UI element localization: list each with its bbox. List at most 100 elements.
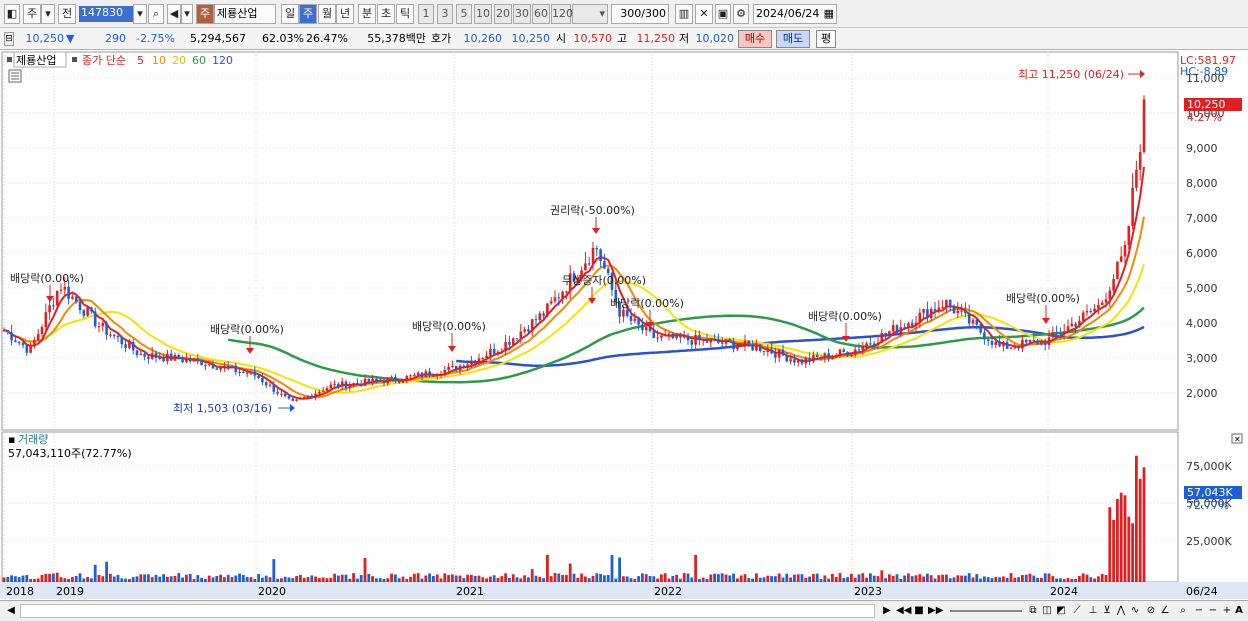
volume-bar xyxy=(310,575,314,582)
layout-icon[interactable]: ◧ xyxy=(4,4,20,24)
volume-bar xyxy=(929,575,933,582)
volume-bar xyxy=(842,578,846,582)
candle-body xyxy=(143,354,146,357)
interval-10-button[interactable]: 10 xyxy=(474,4,492,24)
volume-bar xyxy=(667,578,671,582)
volume-bar xyxy=(485,578,488,582)
current-volume: 57,043K xyxy=(1187,486,1233,499)
candle-body xyxy=(530,319,534,332)
candle-icon[interactable]: ▥ xyxy=(675,4,693,24)
calendar-icon[interactable]: ▦ xyxy=(824,5,834,23)
candle-body xyxy=(154,353,158,358)
draw-curve-icon[interactable]: ∿ xyxy=(1128,604,1142,618)
interval-3-button[interactable]: 3 xyxy=(437,4,453,24)
volume-bar xyxy=(903,575,906,582)
candle-body xyxy=(25,345,29,353)
volume-bar xyxy=(352,573,355,582)
count-input[interactable]: 300/300 xyxy=(611,4,669,24)
volume-bar xyxy=(990,578,994,582)
bid-price-1: 10,260 xyxy=(463,32,503,45)
draw-hline-icon[interactable]: ⊥ xyxy=(1086,604,1100,618)
scroll-track[interactable] xyxy=(20,604,875,618)
prev-button[interactable]: 전 xyxy=(58,4,76,24)
bid-label: 호가 xyxy=(431,32,452,45)
text-tool-icon[interactable]: A xyxy=(1232,604,1246,618)
volume-bar xyxy=(78,573,82,582)
draw-fib-icon[interactable]: ⋀ xyxy=(1114,604,1128,618)
forward-icon[interactable]: ▶▶ xyxy=(928,604,943,618)
chevron-down-icon[interactable]: ▾ xyxy=(133,4,147,24)
interval-120-button[interactable]: 120 xyxy=(551,4,573,24)
speaker-icon[interactable]: ◀ xyxy=(167,4,181,24)
candle-body xyxy=(724,339,728,344)
period-1-button[interactable]: 일 xyxy=(281,4,299,24)
stock-name-field[interactable]: 제룡산업 xyxy=(214,4,276,24)
collapse-icon[interactable]: ⊟ xyxy=(4,32,14,46)
zoom-slider[interactable] xyxy=(950,610,1022,612)
volume-bar xyxy=(641,573,644,582)
candle-body xyxy=(549,301,553,304)
interval-1-button[interactable]: 1 xyxy=(418,4,434,24)
period-7-button[interactable]: 틱 xyxy=(396,4,414,24)
volume-bar xyxy=(610,554,614,582)
interval-20-button[interactable]: 20 xyxy=(494,4,512,24)
buy-button[interactable]: 매수 xyxy=(738,30,772,48)
chart-type-icon[interactable]: ◫ xyxy=(1040,604,1054,618)
volume-bar xyxy=(1104,574,1108,582)
scroll-right-icon[interactable]: ▶ xyxy=(880,604,894,618)
stock-code-input[interactable]: 147830 xyxy=(79,6,135,22)
eval-button[interactable]: 평 xyxy=(816,30,836,48)
period-select[interactable]: ▾ xyxy=(572,4,608,24)
scroll-left-icon[interactable]: ◀ xyxy=(4,604,18,618)
minus-icon[interactable]: − xyxy=(1206,604,1220,618)
volume-bar xyxy=(743,574,747,582)
volume-bar xyxy=(1093,578,1096,582)
period-5-button[interactable]: 분 xyxy=(358,4,376,24)
stop-icon[interactable]: ■ xyxy=(912,604,926,618)
draw-trend-icon[interactable]: ⊻ xyxy=(1100,604,1114,618)
zoom-out-icon[interactable]: − xyxy=(1192,604,1206,618)
volume-bar xyxy=(86,577,89,582)
candle-body xyxy=(264,382,268,386)
rewind-icon[interactable]: ◀◀ xyxy=(896,604,911,618)
date-input[interactable]: 2024/06/24 ▦ xyxy=(753,4,837,24)
candle-body xyxy=(67,286,70,299)
volume-bar xyxy=(576,577,580,582)
candle-body xyxy=(907,323,910,328)
chevron-down-icon[interactable]: ▾ xyxy=(41,4,55,24)
x-year-label: 2021 xyxy=(456,585,484,598)
draw-ruler-icon[interactable]: ⊘ xyxy=(1144,604,1158,618)
interval-30-button[interactable]: 30 xyxy=(513,4,531,24)
chart-type2-icon[interactable]: ◩ xyxy=(1054,604,1068,618)
volume-bar xyxy=(1024,574,1028,582)
candle-body xyxy=(116,335,120,338)
volume-bar xyxy=(177,573,181,582)
period-3-button[interactable]: 월 xyxy=(318,4,336,24)
zoom-icon[interactable]: ⌕ xyxy=(1176,604,1190,618)
chevron-down-icon[interactable]: ▾ xyxy=(181,4,193,24)
period-2-button[interactable]: 주 xyxy=(299,4,317,24)
save-icon[interactable]: ▣ xyxy=(715,4,731,24)
candle-body xyxy=(390,376,393,379)
crosshair-icon[interactable]: ✕ xyxy=(695,4,713,24)
volume-bar xyxy=(44,573,48,582)
volume-bar xyxy=(413,573,416,582)
candle-body xyxy=(876,342,880,345)
volume-bar xyxy=(580,573,583,582)
search-icon[interactable]: ⌕ xyxy=(148,4,164,24)
draw-angle-icon[interactable]: ∠ xyxy=(1158,604,1172,618)
candle-body xyxy=(14,340,17,343)
candle-body xyxy=(90,307,93,312)
sell-button[interactable]: 매도 xyxy=(776,30,810,48)
draw-line-icon[interactable]: ⟋ xyxy=(1070,604,1084,618)
copy-icon[interactable]: ⧉ xyxy=(1026,604,1040,618)
period-4-button[interactable]: 년 xyxy=(336,4,354,24)
period-6-button[interactable]: 초 xyxy=(377,4,395,24)
interval-5-button[interactable]: 5 xyxy=(456,4,472,24)
stock-chart[interactable]: 11,00010,0009,0008,0007,0006,0005,0004,0… xyxy=(0,50,1248,600)
interval-60-button[interactable]: 60 xyxy=(532,4,550,24)
candle-body xyxy=(990,341,994,345)
volume-bar xyxy=(857,574,861,582)
gear-icon[interactable]: ⚙ xyxy=(733,4,749,24)
mode-select[interactable]: 주 xyxy=(23,4,41,24)
